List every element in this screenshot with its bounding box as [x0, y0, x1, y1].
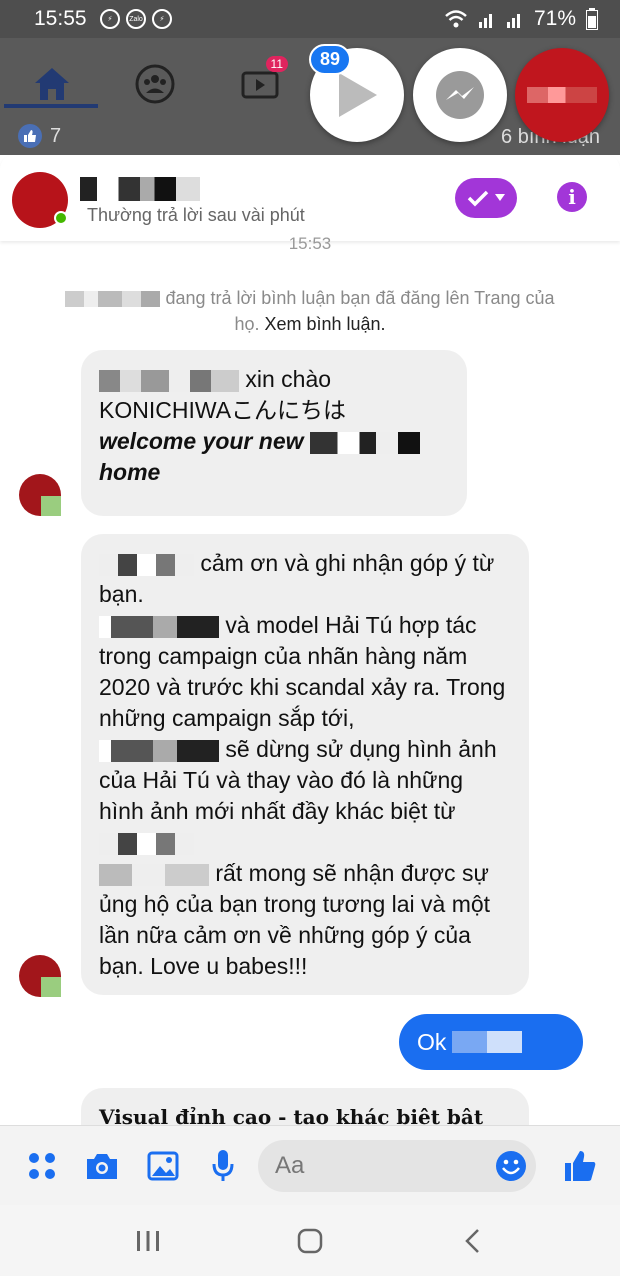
emoji-icon — [496, 1151, 526, 1181]
system-note: đang trả lời bình luận bạn đã đăng lên T… — [60, 285, 560, 337]
sender-avatar[interactable] — [19, 474, 61, 516]
back-button[interactable] — [452, 1224, 492, 1258]
emoji-button[interactable] — [491, 1146, 531, 1186]
chat-head-badge: 89 — [309, 44, 352, 75]
messenger-icon — [436, 71, 484, 119]
check-icon — [467, 190, 489, 207]
message-input-placeholder: Aa — [275, 1152, 305, 1179]
chat-header — [0, 155, 620, 241]
recent-apps-button[interactable] — [128, 1224, 168, 1258]
chat-head-avatar-blur — [527, 87, 597, 103]
home-button[interactable] — [290, 1224, 330, 1258]
groups-icon — [135, 64, 175, 104]
back-icon — [465, 1229, 479, 1253]
signal-icon-2 — [506, 14, 520, 28]
tab-watch[interactable]: 11 — [230, 52, 290, 116]
info-button[interactable]: i — [557, 182, 587, 212]
likes-count: 7 — [50, 124, 62, 147]
redacted-text — [99, 615, 219, 638]
camera-button[interactable] — [82, 1146, 122, 1186]
redacted-text — [99, 553, 194, 576]
battery-icon — [586, 8, 598, 30]
messenger-chat-head[interactable] — [413, 48, 507, 142]
redacted-text — [99, 832, 194, 855]
post-likes[interactable]: 7 — [18, 124, 61, 148]
watch-badge: 11 — [265, 56, 288, 72]
chat-subtitle: Thường trả lời sau vài phút — [87, 205, 305, 225]
message-text: welcome your new — [99, 428, 304, 454]
wifi-icon — [445, 10, 467, 28]
message-text: KONICHIWAこんにちは — [99, 397, 347, 423]
sender-avatar[interactable] — [19, 955, 61, 997]
time-divider: 15:53 — [288, 234, 332, 253]
like-reaction-icon — [18, 124, 42, 148]
tab-groups[interactable] — [125, 52, 185, 116]
home-circle-icon — [297, 1228, 323, 1254]
image-icon — [147, 1151, 179, 1181]
battery-level: 71% — [533, 7, 576, 30]
message-bubble[interactable]: xin chào KONICHIWAこんにちは welcome your new… — [81, 350, 467, 516]
theme-check-button[interactable] — [455, 178, 517, 218]
zalo-status-icon: Zalo — [126, 9, 146, 29]
info-icon: i — [568, 185, 576, 209]
status-time: 15:55 — [34, 7, 87, 30]
contact-chat-head[interactable] — [515, 48, 609, 142]
microphone-icon — [212, 1150, 234, 1181]
online-indicator — [54, 211, 68, 225]
messenger-status-icon-2: ⚡ — [152, 9, 172, 29]
watch-icon — [241, 71, 279, 99]
redacted-text — [99, 739, 219, 762]
recent-apps-icon — [137, 1231, 159, 1251]
page-name-redacted — [65, 291, 161, 308]
camera-icon — [87, 1154, 117, 1179]
message-text: xin chào — [245, 366, 332, 392]
contact-name-redacted[interactable] — [80, 177, 200, 201]
active-tab-indicator — [4, 104, 98, 108]
gallery-button[interactable] — [143, 1146, 183, 1186]
apps-grid-icon — [29, 1153, 55, 1179]
status-app-icons: ⚡ Zalo ⚡ — [100, 9, 172, 29]
redacted-text — [452, 1031, 523, 1053]
view-comment-link[interactable]: Xem bình luận. — [264, 314, 385, 334]
status-bar: 15:55 ⚡ Zalo ⚡ 71% — [0, 0, 620, 38]
thumbs-up-icon — [565, 1151, 596, 1181]
redacted-text — [309, 431, 420, 454]
home-icon — [35, 68, 69, 100]
sent-message-bubble[interactable]: Ok — [399, 1014, 583, 1070]
voice-button[interactable] — [203, 1146, 243, 1186]
messenger-status-icon: ⚡ — [100, 9, 120, 29]
redacted-text — [99, 369, 239, 392]
redacted-text — [99, 863, 209, 886]
status-right: 71% — [444, 7, 598, 31]
sent-message-text: Ok — [417, 1028, 447, 1055]
message-bubble[interactable]: cảm ơn và ghi nhận góp ý từ bạn. và mode… — [81, 534, 529, 995]
chevron-down-icon — [495, 194, 505, 201]
signal-icon — [478, 14, 492, 28]
message-text: home — [99, 459, 161, 485]
play-icon — [339, 73, 377, 117]
more-actions-button[interactable] — [22, 1146, 62, 1186]
like-send-button[interactable] — [560, 1146, 600, 1186]
